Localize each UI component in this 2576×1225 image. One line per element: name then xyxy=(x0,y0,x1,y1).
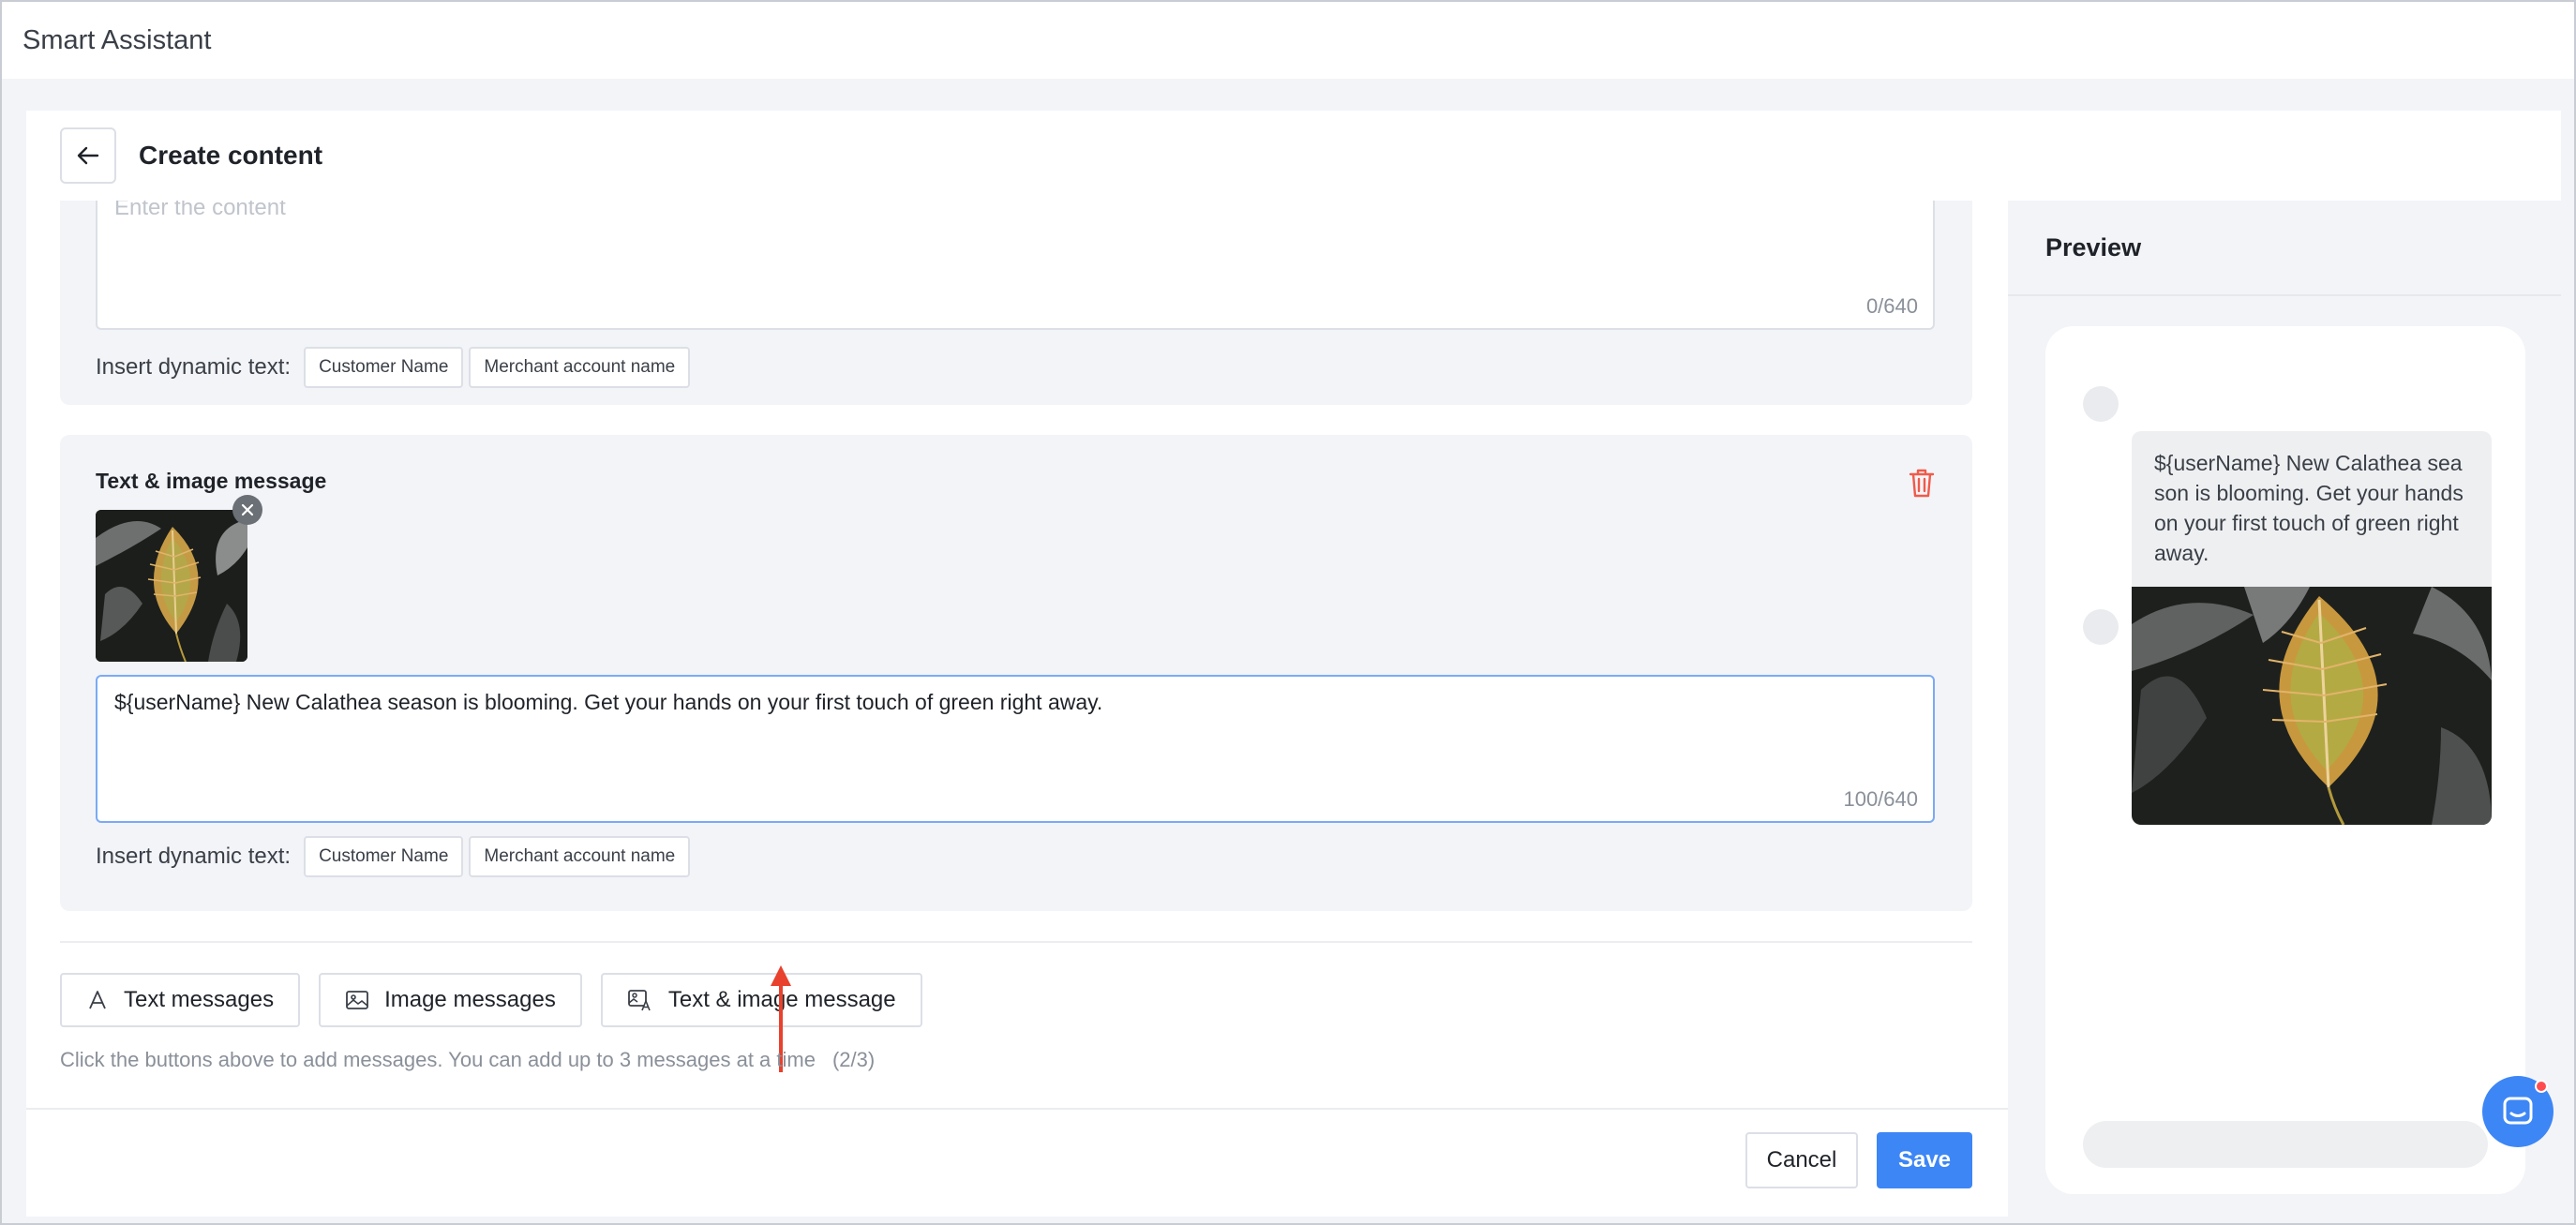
remove-image-button[interactable] xyxy=(232,495,262,525)
chat-input-bar xyxy=(2083,1121,2488,1168)
dynamic-text-row: Insert dynamic text: Customer Name Merch… xyxy=(96,347,691,388)
add-image-message-button[interactable]: Image messages xyxy=(319,973,582,1027)
app-title: Smart Assistant xyxy=(22,24,212,55)
save-button[interactable]: Save xyxy=(1877,1132,1972,1188)
page-title: Create content xyxy=(139,141,323,170)
form-footer: Cancel Save xyxy=(26,1108,2008,1217)
add-image-message-label: Image messages xyxy=(384,987,556,1012)
avatar xyxy=(2083,386,2119,422)
text-image-icon xyxy=(627,990,651,1011)
block-title: Text & image message xyxy=(96,469,327,493)
text-image-message-block: Text & image message ${userName} New Cal… xyxy=(60,435,1972,911)
content-card: Create content Enter the content 0/640 I… xyxy=(26,111,2561,1217)
content-textarea[interactable]: Enter the content 0/640 xyxy=(96,201,1935,330)
close-icon xyxy=(241,503,254,516)
hint-text: Click the buttons above to add messages.… xyxy=(60,1048,816,1071)
message-textarea[interactable]: ${userName} New Calathea season is bloom… xyxy=(96,675,1935,823)
add-text-image-message-button[interactable]: Text & image message xyxy=(600,973,922,1027)
preview-header: Preview xyxy=(2008,201,2561,296)
dynamic-text-label: Insert dynamic text: xyxy=(96,354,292,380)
add-text-message-button[interactable]: Text messages xyxy=(60,973,301,1027)
cancel-button[interactable]: Cancel xyxy=(1745,1132,1858,1188)
app-window: Smart Assistant Create content Enter the… xyxy=(0,0,2576,1225)
insert-customer-name-button[interactable]: Customer Name xyxy=(304,347,464,388)
chat-icon xyxy=(2503,1097,2533,1125)
avatar xyxy=(2083,609,2119,645)
message-editor: Enter the content 0/640 Insert dynamic t… xyxy=(26,201,2008,1108)
insert-merchant-name-button[interactable]: Merchant account name xyxy=(469,347,691,388)
trash-icon[interactable] xyxy=(1907,467,1937,499)
message-bubble: ${userName} New Calathea season is bloom… xyxy=(2132,431,2492,825)
image-icon xyxy=(346,991,368,1009)
bubble-text: ${userName} New Calathea season is bloom… xyxy=(2154,451,2464,565)
preview-title: Preview xyxy=(2045,232,2142,261)
message-text: ${userName} New Calathea season is bloom… xyxy=(114,690,1103,714)
dynamic-text-row: Insert dynamic text: Customer Name Merch… xyxy=(96,836,691,877)
char-counter: 0/640 xyxy=(1865,294,1918,318)
message-count: (2/3) xyxy=(831,1048,876,1071)
dynamic-text-label: Insert dynamic text: xyxy=(96,844,292,869)
add-text-message-label: Text messages xyxy=(124,987,275,1012)
uploaded-image-thumbnail xyxy=(96,510,247,662)
back-button[interactable] xyxy=(60,127,116,184)
arrow-left-icon xyxy=(77,146,99,165)
phone-preview: ${userName} New Calathea season is bloom… xyxy=(2045,326,2525,1194)
content-placeholder: Enter the content xyxy=(114,201,286,220)
help-chat-button[interactable] xyxy=(2482,1076,2554,1147)
calathea-leaf-image xyxy=(2132,587,2492,825)
app-header: Smart Assistant xyxy=(2,2,2574,79)
insert-customer-name-button[interactable]: Customer Name xyxy=(304,836,464,877)
text-icon xyxy=(89,991,106,1009)
add-message-buttons: Text messages Image messages Text & imag… xyxy=(60,973,941,1027)
text-message-block: Enter the content 0/640 Insert dynamic t… xyxy=(60,201,1972,405)
add-message-hint: Click the buttons above to add messages.… xyxy=(60,1048,875,1072)
char-counter: 100/640 xyxy=(1843,787,1918,811)
insert-merchant-name-button[interactable]: Merchant account name xyxy=(469,836,691,877)
card-header: Create content xyxy=(26,111,2561,201)
preview-panel: Preview ${userName} New Calathea season … xyxy=(2008,201,2561,1217)
divider xyxy=(60,941,1972,943)
calathea-leaf-image xyxy=(96,510,247,662)
notification-dot xyxy=(2535,1080,2548,1093)
